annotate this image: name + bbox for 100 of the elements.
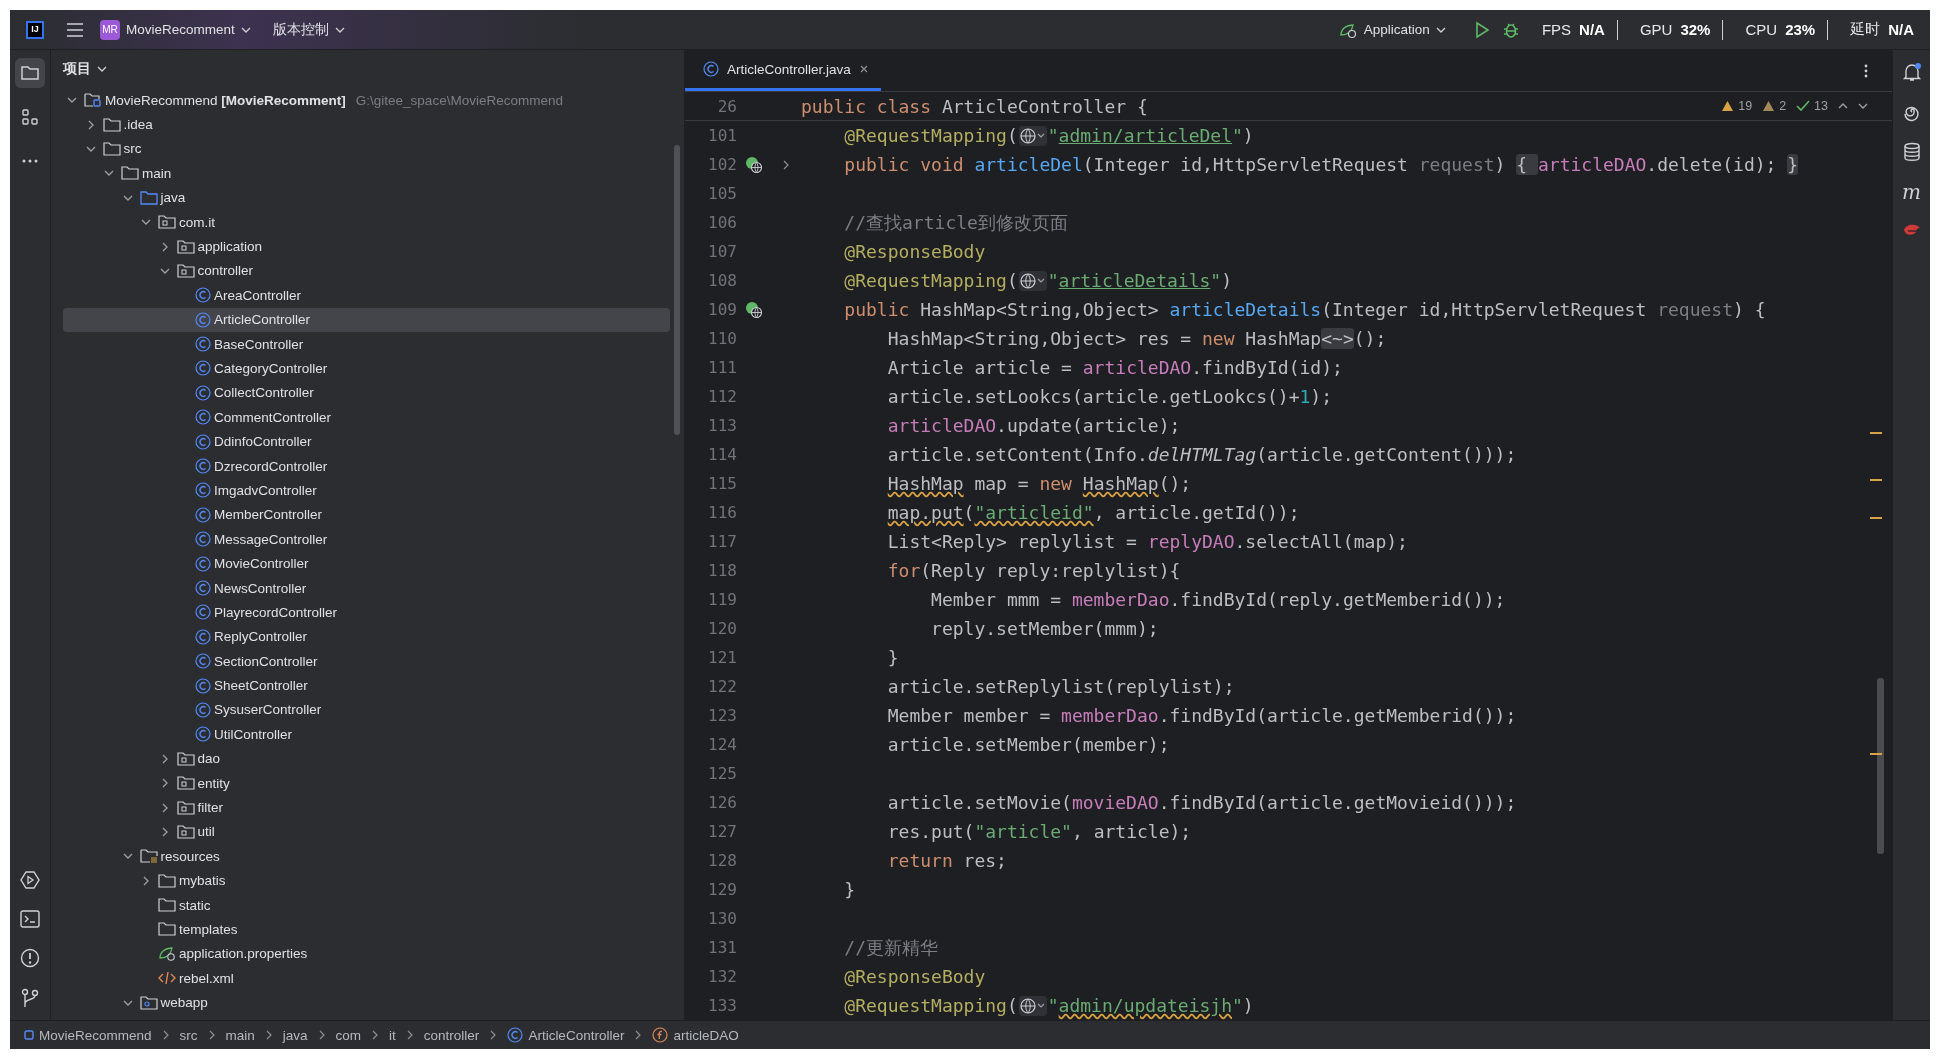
globe-icon[interactable] (1018, 125, 1047, 146)
package-icon (176, 238, 195, 255)
breadcrumb[interactable]: src (179, 1027, 198, 1043)
tree-item[interactable]: SectionController (63, 649, 670, 674)
tree-item[interactable]: UtilController (63, 722, 670, 747)
globe-icon[interactable] (745, 155, 763, 174)
tree-item[interactable]: DdinfoController (63, 429, 670, 454)
tree-item[interactable]: application (63, 234, 670, 259)
tree-item[interactable]: templates (63, 917, 670, 942)
warning-count[interactable]: 19 (1738, 99, 1753, 113)
tree-item[interactable]: rebel.xml (63, 966, 670, 991)
tree-item[interactable]: CategoryController (63, 356, 670, 381)
tree-item[interactable]: dao (63, 746, 670, 771)
tree-item[interactable]: com.it (63, 209, 670, 235)
tree-item[interactable]: entity (63, 770, 670, 796)
tree-item[interactable]: PlayrecordController (63, 600, 670, 625)
menu-icon[interactable] (66, 21, 84, 38)
globe-icon[interactable] (1018, 270, 1047, 291)
tree-item[interactable]: CommentController (63, 405, 670, 430)
tree-item[interactable]: BaseController (63, 331, 670, 357)
tree-item[interactable]: mybatis (63, 868, 670, 893)
tree-item[interactable]: AreaController (63, 283, 670, 308)
database-icon[interactable] (1902, 142, 1921, 162)
check-icon[interactable] (1796, 100, 1811, 112)
globe-icon[interactable] (745, 300, 763, 319)
tree-item[interactable]: CollectController (63, 380, 670, 406)
breadcrumb[interactable]: MovieRecommend (24, 1027, 152, 1043)
class-icon (195, 384, 211, 401)
panel-title[interactable]: 项目 (63, 60, 91, 78)
tree-item[interactable]: util (63, 819, 670, 845)
warning-icon[interactable] (1721, 100, 1735, 112)
code-text: @RequestMapping( (843, 995, 1018, 1016)
maven-button[interactable]: m (1902, 182, 1921, 202)
check-count[interactable]: 13 (1814, 99, 1828, 113)
globe-icon[interactable] (1018, 995, 1047, 1016)
breadcrumb[interactable]: java (282, 1027, 308, 1043)
breadcrumb[interactable]: articleDAO (652, 1027, 739, 1043)
tree-item[interactable]: application.properties (63, 941, 670, 967)
chevron-icon[interactable] (1435, 25, 1446, 34)
resources-folder-icon (139, 848, 158, 865)
chevron-icon[interactable] (781, 158, 791, 171)
chevron-down-icon[interactable] (1858, 102, 1868, 110)
tree-item[interactable]: ArticleController (63, 307, 670, 332)
stat-value: 32% (1680, 21, 1711, 38)
scrollbar[interactable] (1877, 678, 1884, 854)
line-number: 105 (707, 184, 737, 203)
class-icon (195, 336, 211, 353)
tree-item[interactable]: ImgadvController (63, 478, 670, 503)
warning-count[interactable]: 2 (1779, 99, 1787, 113)
tree-item[interactable]: ReplyController (63, 624, 670, 649)
tree-item[interactable]: webapp (63, 990, 670, 1015)
chevron-icon[interactable] (97, 65, 107, 73)
run-icon[interactable] (20, 870, 40, 890)
tree-item[interactable]: SysuserController (63, 697, 670, 723)
git-branch-icon[interactable] (21, 988, 39, 1008)
breadcrumb[interactable]: it (389, 1027, 396, 1043)
class-icon (195, 482, 211, 499)
warning-icon[interactable] (1762, 100, 1776, 112)
chevron-icon[interactable] (334, 25, 345, 34)
tree-item[interactable]: NewsController (63, 575, 670, 601)
scrollbar[interactable] (674, 145, 680, 435)
project-switcher[interactable]: MR MovieRecomment (94, 15, 257, 44)
tree-item[interactable]: resources (63, 844, 670, 869)
folder-icon[interactable] (15, 58, 45, 88)
problems-icon[interactable] (20, 948, 40, 968)
run-icon[interactable] (1473, 20, 1490, 39)
editor-tab[interactable]: ArticleController.java (685, 50, 881, 91)
tree-item[interactable]: static (63, 892, 670, 918)
tree-item[interactable]: main (63, 161, 670, 186)
tree-item[interactable]: SheetController (63, 673, 670, 698)
tree-item[interactable]: MessageController (63, 527, 670, 552)
breadcrumb[interactable]: ArticleController (507, 1027, 625, 1043)
tree-item[interactable]: src (63, 136, 670, 162)
tree-item[interactable]: MemberController (63, 502, 670, 528)
class-icon (195, 653, 211, 670)
chevron-icon[interactable] (240, 25, 251, 34)
terminal-icon[interactable] (20, 910, 40, 928)
code-text: for(Reply reply:replylist){ (886, 560, 1181, 581)
chevron-icon (371, 1030, 380, 1040)
more-icon[interactable] (1864, 62, 1868, 79)
class-icon (195, 580, 211, 596)
chevron-icon (489, 1030, 498, 1040)
breadcrumb[interactable]: controller (423, 1027, 480, 1043)
chevron-up-icon[interactable] (1838, 102, 1848, 110)
tree-item[interactable]: MovieRecommend [MovieRecomment] G:\gitee_space\MovieRecommend (63, 88, 670, 113)
tree-item[interactable]: DzrecordController (63, 453, 670, 479)
tree-item[interactable]: java (63, 185, 670, 210)
run-config-selector[interactable]: Application (1331, 16, 1452, 43)
close-icon[interactable] (858, 64, 869, 74)
vcs-menu[interactable]: 版本控制 (266, 16, 351, 43)
tree-label: CategoryController (214, 361, 328, 376)
tree-item[interactable]: controller (63, 258, 670, 284)
package-icon (158, 214, 176, 231)
tree-item[interactable]: MovieController (63, 551, 670, 576)
tree-item[interactable]: filter (63, 795, 670, 820)
tree-item[interactable]: .idea (63, 112, 670, 137)
breadcrumb[interactable]: main (225, 1027, 255, 1043)
app-logo[interactable]: IJ (26, 20, 44, 39)
notification-icon[interactable] (1901, 62, 1922, 82)
breadcrumb[interactable]: com (335, 1027, 362, 1043)
